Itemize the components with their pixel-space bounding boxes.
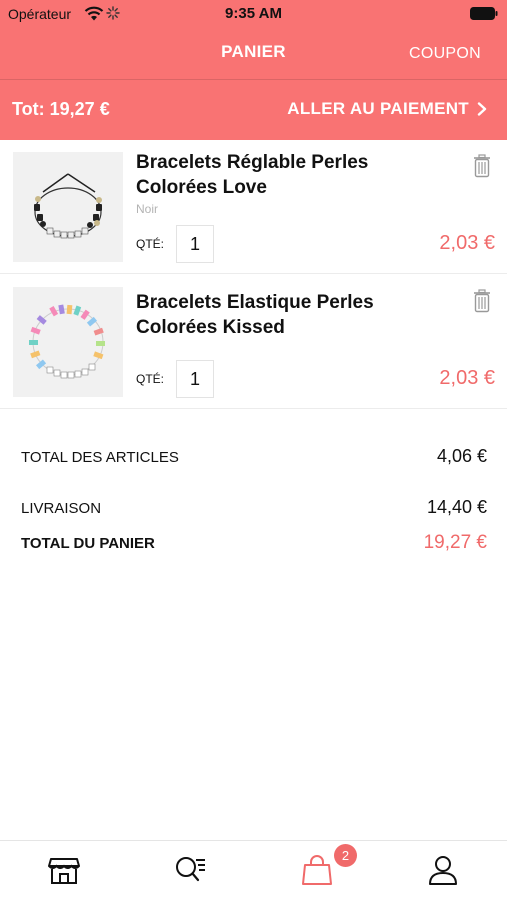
product-name[interactable]: Bracelets Réglable Perles Colorées Love xyxy=(136,150,436,200)
cart-total-value: 19,27 € xyxy=(423,532,487,553)
product-name[interactable]: Bracelets Elastique Perles Colorées Kiss… xyxy=(136,290,436,340)
black-bead-bracelet-image xyxy=(34,173,102,239)
cart-total-label: TOTAL DU PANIER xyxy=(21,535,155,552)
quantity-label: QTÉ: xyxy=(136,372,165,386)
battery-icon xyxy=(470,7,498,20)
coupon-button[interactable]: COUPON xyxy=(409,45,481,63)
shipping-row: LIVRAISON 14,40 € xyxy=(21,497,487,518)
product-variant: Noir xyxy=(136,202,159,216)
status-bar: Opérateur 9:35 AM xyxy=(0,0,507,28)
cart-total-summary: Tot: 19,27 € xyxy=(12,99,110,119)
pastel-bead-bracelet-image xyxy=(29,304,105,379)
articles-total-label: TOTAL DES ARTICLES xyxy=(21,449,179,466)
cart-item: Bracelets Réglable Perles Colorées Love … xyxy=(0,140,507,274)
product-price: 2,03 € xyxy=(439,232,495,254)
store-icon[interactable] xyxy=(47,853,81,887)
shopping-bag-icon[interactable] xyxy=(300,853,334,887)
search-list-icon[interactable] xyxy=(174,853,208,887)
status-time: 9:35 AM xyxy=(225,5,282,22)
cart-total-row: TOTAL DU PANIER 19,27 € xyxy=(21,532,487,554)
product-image[interactable] xyxy=(13,152,123,262)
checkout-button[interactable]: ALLER AU PAIEMENT xyxy=(287,99,487,119)
articles-total-value: 4,06 € xyxy=(436,446,487,466)
shipping-label: LIVRAISON xyxy=(21,500,102,517)
quantity-field[interactable]: 1 xyxy=(176,225,214,263)
header: Opérateur 9:35 AM PANIER COUPON Tot: 19,… xyxy=(0,0,507,140)
articles-total-row: TOTAL DES ARTICLES 4,06 € xyxy=(21,446,487,467)
header-divider xyxy=(0,79,507,80)
user-icon[interactable] xyxy=(426,853,460,887)
product-price: 2,03 € xyxy=(439,367,495,389)
product-image[interactable] xyxy=(13,287,123,397)
trash-icon[interactable] xyxy=(472,154,492,178)
cart-count-badge: 2 xyxy=(334,844,357,867)
quantity-field[interactable]: 1 xyxy=(176,360,214,398)
quantity-label: QTÉ: xyxy=(136,237,165,251)
chevron-right-icon xyxy=(477,102,487,116)
shipping-value: 14,40 € xyxy=(426,497,487,517)
tab-bar xyxy=(0,840,507,900)
trash-icon[interactable] xyxy=(472,289,492,313)
cart-item: Bracelets Elastique Perles Colorées Kiss… xyxy=(0,275,507,409)
checkout-label: ALLER AU PAIEMENT xyxy=(287,99,469,118)
